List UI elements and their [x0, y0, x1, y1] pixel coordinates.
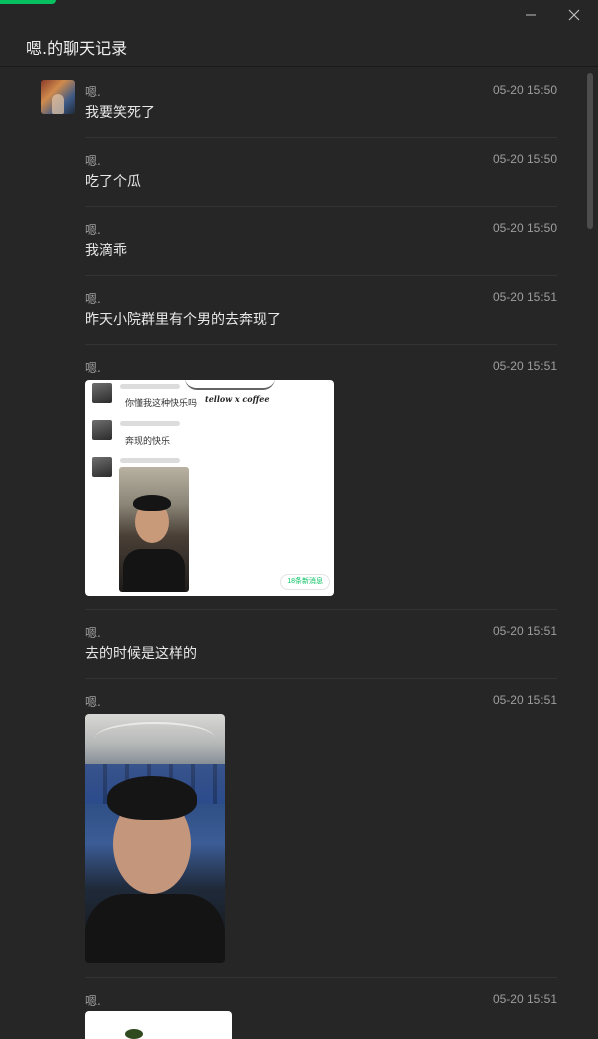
- scrollbar-thumb[interactable]: [587, 73, 593, 229]
- message-time: 05-20 15:51: [492, 359, 557, 373]
- train-ceiling: [95, 722, 215, 754]
- sender-name: 嗯.: [85, 994, 101, 1008]
- blurred-name: [120, 384, 180, 389]
- message-time: 05-20 15:51: [492, 693, 557, 707]
- avatar: [92, 383, 112, 403]
- chat-line: 你懂我这种快乐吗: [125, 399, 198, 409]
- list-item[interactable]: 嗯. 05-20 15:51: [85, 693, 557, 965]
- handwritten-text: tellow x coffee: [205, 394, 270, 404]
- selfie-thumbnail: [119, 467, 189, 592]
- avatar: [92, 420, 112, 440]
- list-item[interactable]: 嗯. 05-20 15:51 tellow x coffee 你懂我这种快乐吗 …: [85, 359, 557, 599]
- divider: [85, 609, 557, 610]
- sender-name: 嗯.: [85, 626, 101, 640]
- message-time: 05-20 15:50: [492, 83, 557, 97]
- blurred-name: [120, 458, 180, 463]
- window-title: 嗯.的聊天记录: [26, 39, 128, 58]
- message-time: 05-20 15:50: [492, 152, 557, 166]
- blurred-name: [120, 421, 180, 426]
- title-bar: 嗯.的聊天记录: [0, 0, 598, 68]
- message-text: 去的时候是这样的: [85, 646, 197, 662]
- divider: [85, 137, 557, 138]
- message-text: 我要笑死了: [85, 105, 155, 121]
- list-item[interactable]: 嗯. 05-20 15:50 吃了个瓜: [85, 152, 557, 192]
- message-time: 05-20 15:50: [492, 221, 557, 235]
- close-icon: [568, 8, 580, 26]
- divider: [85, 206, 557, 207]
- doodle-line: [185, 380, 275, 390]
- message-time: 05-20 15:51: [492, 624, 557, 638]
- minimize-button[interactable]: [518, 6, 544, 28]
- plant-detail: [125, 1029, 143, 1039]
- chat-history-list[interactable]: 嗯. 05-20 15:50 我要笑死了 嗯. 05-20 15:50 吃了个瓜…: [0, 67, 598, 1039]
- divider: [85, 678, 557, 679]
- chat-screenshot-image[interactable]: tellow x coffee 你懂我这种快乐吗 奔现的快乐 18条新消息: [85, 380, 334, 596]
- sender-name: 嗯.: [85, 361, 101, 375]
- sender-name: 嗯.: [85, 85, 101, 99]
- message-time: 05-20 15:51: [492, 992, 557, 1006]
- photo-image[interactable]: [85, 1011, 232, 1039]
- avatar: [92, 457, 112, 477]
- sender-name: 嗯.: [85, 292, 101, 306]
- message-text: 昨天小院群里有个男的去奔现了: [85, 312, 281, 328]
- divider: [85, 977, 557, 978]
- close-button[interactable]: [561, 6, 587, 28]
- message-text: 吃了个瓜: [85, 174, 141, 190]
- list-item[interactable]: 嗯. 05-20 15:50 我要笑死了: [85, 83, 557, 123]
- new-messages-badge: 18条新消息: [280, 574, 330, 590]
- avatar[interactable]: [41, 80, 75, 114]
- message-time: 05-20 15:51: [492, 290, 557, 304]
- message-text: 我滴乖: [85, 243, 127, 259]
- chat-line: 奔现的快乐: [125, 437, 171, 447]
- minimize-icon: [525, 8, 537, 26]
- selfie-photo[interactable]: [85, 714, 225, 963]
- list-item[interactable]: 嗯. 05-20 15:51 昨天小院群里有个男的去奔现了: [85, 290, 557, 330]
- divider: [85, 275, 557, 276]
- list-item[interactable]: 嗯. 05-20 15:51: [85, 992, 557, 1039]
- sender-name: 嗯.: [85, 223, 101, 237]
- sender-name: 嗯.: [85, 154, 101, 168]
- divider: [85, 344, 557, 345]
- list-item[interactable]: 嗯. 05-20 15:50 我滴乖: [85, 221, 557, 261]
- list-item[interactable]: 嗯. 05-20 15:51 去的时候是这样的: [85, 624, 557, 664]
- sender-name: 嗯.: [85, 695, 101, 709]
